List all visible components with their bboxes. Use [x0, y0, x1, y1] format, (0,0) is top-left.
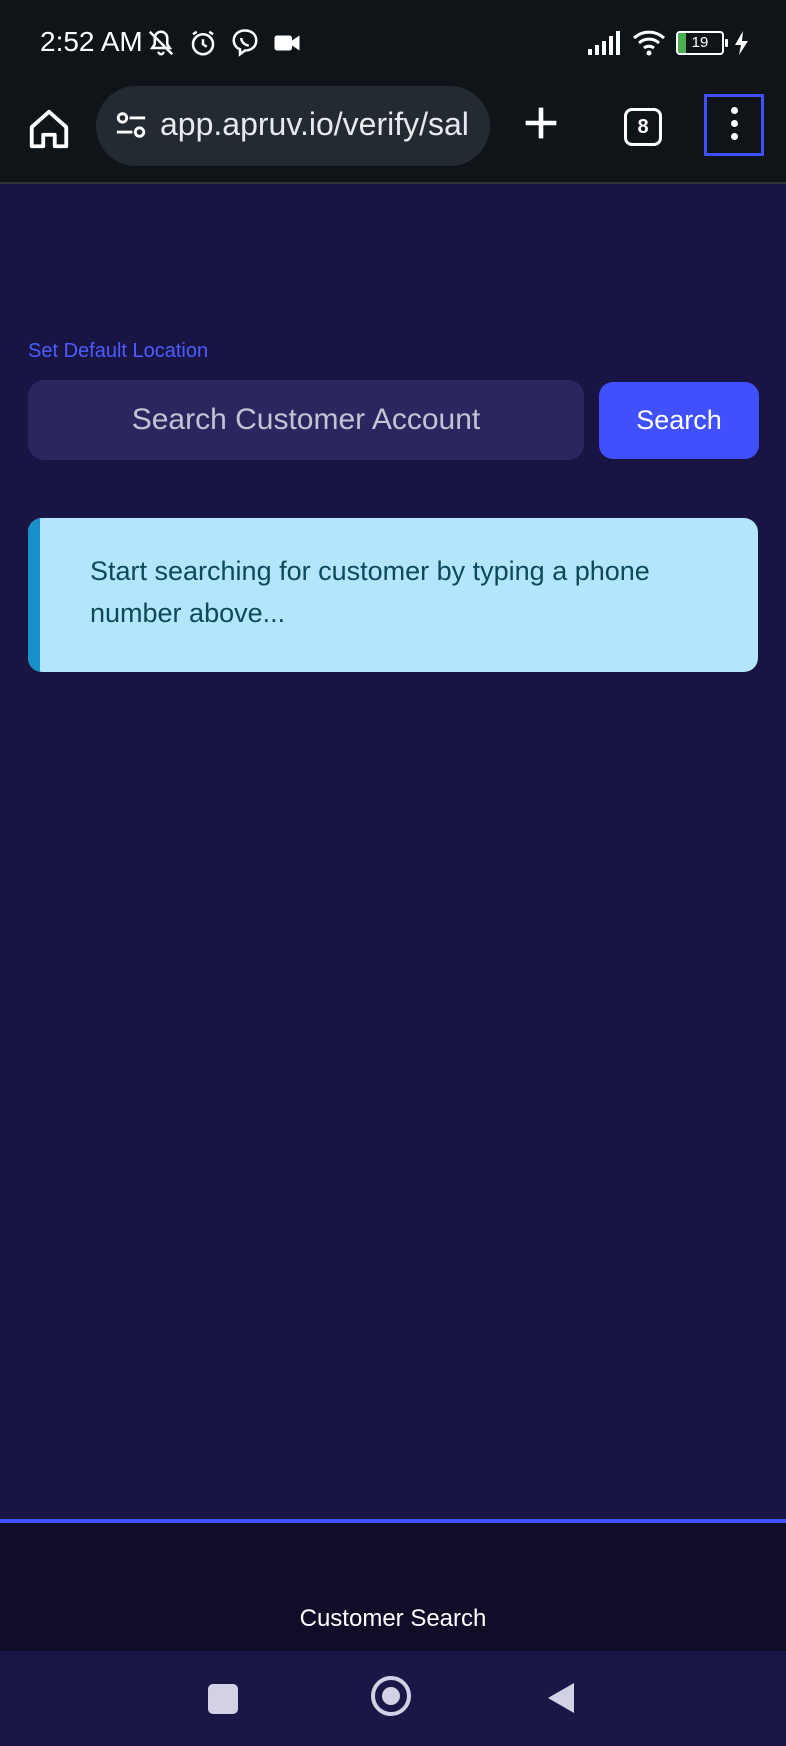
url-text[interactable]: app.apruv.io/verify/sal: [160, 106, 480, 143]
search-button[interactable]: Search: [599, 382, 759, 459]
site-settings-icon[interactable]: [114, 108, 148, 142]
status-icons-right: 19: [586, 30, 750, 56]
plus-icon: [525, 107, 557, 139]
tab-switcher-button[interactable]: 8: [624, 108, 662, 146]
bottom-nav: Customer Search: [0, 1523, 786, 1651]
recent-apps-icon[interactable]: [208, 1684, 238, 1714]
video-icon: [274, 35, 300, 51]
set-default-location-link[interactable]: Set Default Location: [28, 340, 208, 363]
home-icon: [29, 109, 69, 149]
charging-icon: [735, 31, 748, 55]
new-tab-button[interactable]: [518, 100, 564, 151]
back-icon[interactable]: [546, 1681, 576, 1715]
status-bar: 2:52 AM 19: [0, 0, 786, 90]
status-icons-left: [146, 28, 302, 58]
signal-icon: [588, 31, 620, 55]
home-button[interactable]: [26, 106, 72, 152]
search-customer-input[interactable]: [28, 380, 584, 460]
status-time: 2:52 AM: [40, 26, 143, 57]
more-vert-icon: [731, 107, 738, 146]
wifi-icon: [632, 30, 666, 56]
info-accent-bar: [28, 518, 40, 672]
battery-icon: 19: [676, 31, 728, 55]
system-navigation-bar: [0, 1651, 786, 1746]
alarm-icon: [191, 30, 215, 56]
customer-search-tab[interactable]: Customer Search: [0, 1605, 786, 1633]
browser-menu-button[interactable]: [704, 94, 764, 156]
address-bar[interactable]: app.apruv.io/verify/sal: [96, 86, 490, 166]
info-message: Start searching for customer by typing a…: [90, 556, 650, 628]
home-nav-icon[interactable]: [371, 1676, 411, 1716]
mute-icon: [148, 30, 174, 56]
info-alert: Start searching for customer by typing a…: [28, 518, 758, 672]
viber-icon: [232, 29, 258, 57]
